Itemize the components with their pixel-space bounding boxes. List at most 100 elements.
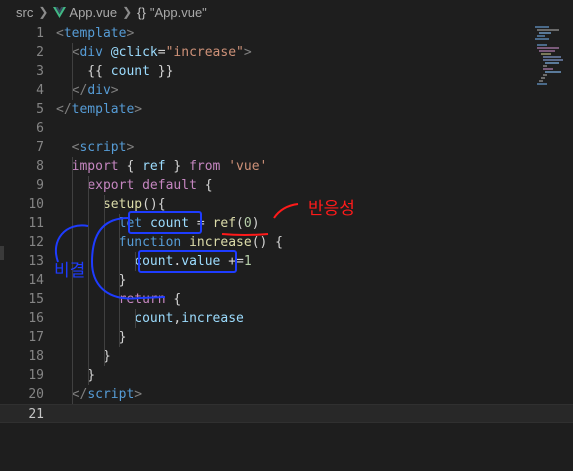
line-number: 17 [28,330,44,345]
code-token: < [56,26,64,41]
code-token: "increase" [165,45,244,60]
code-text: <template> [56,24,134,43]
code-token: div [79,45,103,60]
code-line[interactable]: 1 <template> [0,24,573,43]
vue-logo-icon [53,6,67,18]
code-token: (){ [142,197,166,212]
code-line[interactable]: 14 } [0,271,573,290]
code-token: increase [189,235,252,250]
code-line[interactable]: 17 } [0,328,573,347]
indent-guide [72,43,73,100]
code-token: from [189,159,221,174]
code-token: }} [149,64,174,79]
indent-guide [88,176,89,385]
code-token: > [243,45,252,60]
code-token: increase [181,311,244,326]
code-token: { [196,178,213,193]
line-number: 9 [36,178,44,193]
line-number: 14 [28,273,44,288]
code-line[interactable]: 8 import { ref } from 'vue' [0,157,573,176]
code-token: count [149,216,190,231]
breadcrumb-folder[interactable]: src [16,5,33,20]
code-token: > [134,102,143,117]
code-token: > [126,26,135,41]
breadcrumb-file[interactable]: App.vue [53,5,117,20]
code-line[interactable]: 18 } [0,347,573,366]
minimap[interactable] [529,24,573,471]
code-token: 0 [243,216,252,231]
code-token: ref [212,216,237,231]
code-line[interactable]: 11 let count = ref(0) [0,214,573,233]
code-text: </div> [56,81,119,100]
line-number: 13 [28,254,44,269]
code-token: ) [251,216,260,231]
code-token: } [165,159,190,174]
code-token: 1 [243,254,252,269]
code-text: import { ref } from 'vue' [56,157,268,176]
code-text: } [56,366,95,385]
code-text: } [56,328,127,347]
code-token: </ [71,387,88,402]
code-line[interactable]: 2 <div @click="increase"> [0,43,573,62]
code-text: export default { [56,176,213,195]
code-text: </script> [56,385,142,404]
code-line[interactable]: 19 } [0,366,573,385]
code-token: @click [110,45,158,60]
code-text: </template> [56,100,142,119]
code-token: } [56,330,127,345]
code-token: { [118,159,143,174]
code-token: ref [142,159,166,174]
line-number: 21 [28,407,44,422]
line-number: 7 [36,140,44,155]
code-line[interactable]: 13 count.value +=1 [0,252,573,271]
code-line[interactable]: 15 return { [0,290,573,309]
code-line[interactable]: 20 </script> [0,385,573,404]
code-text: } [56,271,127,290]
code-token: setup [102,197,143,212]
code-token: } [56,349,111,364]
code-text: } [56,347,111,366]
indent-guide [135,252,136,271]
chevron-right-icon: ❯ [38,5,49,19]
code-text: {{ count }} [56,62,173,81]
line-number: 18 [28,349,44,364]
code-token: > [134,387,143,402]
code-text: <div @click="increase"> [56,43,252,62]
line-number: 1 [36,26,44,41]
code-editor[interactable]: 1 <template> 2 <div @click="increase"> 3 {{… [0,24,573,471]
code-line[interactable]: 10 setup(){ [0,195,573,214]
code-line[interactable]: 21 [0,404,573,423]
line-number: 16 [28,311,44,326]
code-line[interactable]: 3 {{ count }} [0,62,573,81]
code-line[interactable]: 5 </template> [0,100,573,119]
code-token: > [110,83,119,98]
line-number: 15 [28,292,44,307]
code-line[interactable]: 7 <script> [0,138,573,157]
code-line[interactable]: 9 export default { [0,176,573,195]
code-line[interactable]: 4 </div> [0,81,573,100]
code-token: = [157,45,166,60]
code-token: value [181,254,221,269]
indent-guide [72,157,73,404]
code-line[interactable]: 6 [0,119,573,138]
code-token: } [56,273,127,288]
code-token: ( [236,216,244,231]
line-number: 11 [28,216,44,231]
code-token: += [220,254,244,269]
code-text: count.value +=1 [56,252,252,271]
code-line[interactable]: 16 count,increase [0,309,573,328]
line-number: 19 [28,368,44,383]
code-token: () { [251,235,284,250]
line-number: 4 [36,83,44,98]
code-line[interactable]: 12 function increase() { [0,233,573,252]
breadcrumb-symbol[interactable]: {} "App.vue" [137,5,207,20]
line-number: 5 [36,102,44,117]
code-text: let count = ref(0) [56,214,260,233]
